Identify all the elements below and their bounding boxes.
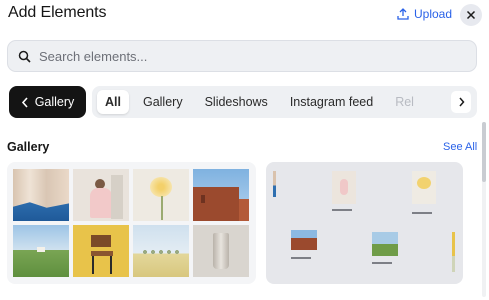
thumbnail-flower: [133, 169, 189, 221]
panel-title: Add Elements: [8, 4, 107, 21]
chip-gallery[interactable]: Gallery: [135, 90, 191, 114]
thumbnail-curtain: [13, 169, 69, 221]
upload-label: Upload: [414, 7, 453, 21]
panel-header: Add Elements Upload: [0, 0, 489, 34]
gallery-preset-freestyle[interactable]: [266, 162, 463, 284]
thumbnail-landscape: [13, 225, 69, 277]
thumbnail-field-trees: [133, 225, 189, 277]
search-input[interactable]: [39, 48, 459, 64]
freestyle-building: [291, 230, 317, 250]
freestyle-flower: [412, 171, 436, 204]
section-title: Gallery: [7, 140, 50, 154]
upload-icon: [397, 8, 409, 20]
freestyle-strip-right: [452, 232, 455, 272]
close-button[interactable]: [460, 4, 482, 26]
thumbnail-tube: [193, 225, 249, 277]
close-icon: [466, 10, 476, 20]
freestyle-caption-line: [332, 209, 352, 211]
thumbnail-building: [193, 169, 249, 221]
see-all-link[interactable]: See All: [443, 141, 477, 153]
freestyle-caption-line: [412, 212, 432, 214]
upload-button[interactable]: Upload: [396, 7, 452, 21]
scrollbar-thumb[interactable]: [482, 122, 486, 182]
back-to-gallery-button[interactable]: Gallery: [9, 86, 86, 118]
gallery-preset-grid[interactable]: [7, 162, 256, 284]
chevron-left-icon: [21, 96, 28, 108]
search-bar[interactable]: [7, 40, 477, 72]
thumbnail-portrait: [73, 169, 129, 221]
thumbnail-chair: [73, 225, 129, 277]
chip-related[interactable]: Rel: [387, 90, 422, 114]
chips-next-button[interactable]: [451, 91, 471, 113]
back-button-label: Gallery: [34, 95, 75, 109]
freestyle-caption-line: [372, 262, 392, 264]
freestyle-strip-top: [273, 171, 276, 197]
chevron-right-icon: [458, 97, 464, 107]
freestyle-portrait: [332, 171, 356, 204]
chip-slideshows[interactable]: Slideshows: [197, 90, 276, 114]
category-chip-bar: All Gallery Slideshows Instagram feed Re…: [92, 86, 477, 118]
chip-track: All Gallery Slideshows Instagram feed Re…: [97, 90, 428, 114]
search-icon: [18, 50, 31, 63]
chip-all[interactable]: All: [97, 90, 129, 114]
freestyle-landscape: [372, 232, 398, 256]
chip-instagram-feed[interactable]: Instagram feed: [282, 90, 381, 114]
freestyle-caption-line: [291, 257, 311, 259]
